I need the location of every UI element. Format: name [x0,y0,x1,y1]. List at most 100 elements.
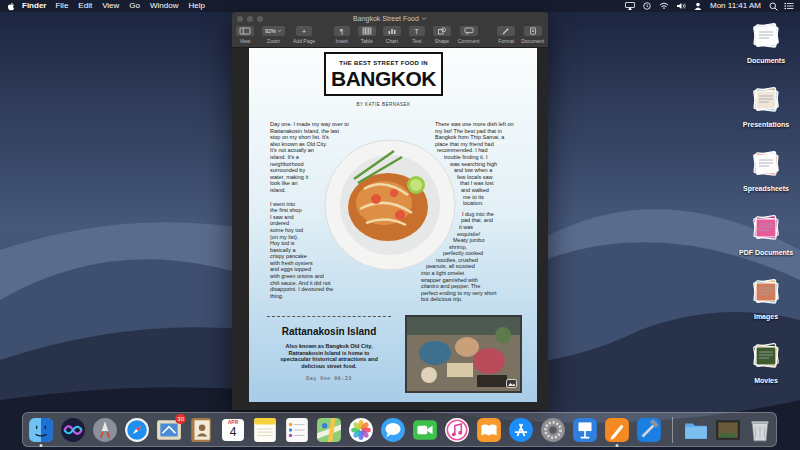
desktop-stack[interactable]: PDF Documents [734,206,798,270]
desktop-stack[interactable]: Images [734,270,798,334]
time-machine-icon[interactable] [642,2,652,10]
toolbar-item[interactable]: +Add Page [293,26,315,44]
title-box[interactable]: THE BEST STREET FOOD INBANGKOK [324,52,443,96]
toolbar-item[interactable]: ¶Insert [333,26,351,44]
dock-item[interactable]: APR4 [220,417,246,443]
app-menu[interactable]: Finder [22,0,46,12]
title-chevron-icon[interactable] [421,16,427,21]
toolbar-button[interactable]: 92% [262,26,285,36]
wifi-icon[interactable] [659,2,669,10]
maps-icon[interactable] [316,417,342,443]
dock-item[interactable] [380,417,406,443]
street-photo[interactable] [405,315,522,393]
dock-item[interactable] [316,417,342,443]
toolbar-item[interactable]: Table [358,26,376,44]
dock-item[interactable] [540,417,566,443]
dock-item[interactable] [444,417,470,443]
launchpad-icon[interactable] [92,417,118,443]
desktop-stack[interactable]: Spreadsheets [734,142,798,206]
dock-item[interactable] [284,417,310,443]
notes-icon[interactable] [252,417,278,443]
toolbar-item[interactable]: View [236,26,254,44]
dock-item[interactable]: 30 [156,417,182,443]
close-button[interactable] [237,16,243,22]
stack-label[interactable]: Spreadsheets [743,184,789,193]
facetime-icon[interactable] [412,417,438,443]
recent-icon[interactable] [715,417,741,443]
pdf-stack-icon[interactable] [749,210,783,246]
desktop-stack[interactable]: Documents [734,14,798,78]
movies-stack-icon[interactable] [749,338,783,374]
presentations-stack-icon[interactable] [749,82,783,118]
dock-item[interactable] [124,417,150,443]
toolbar-item[interactable]: Document [521,26,544,44]
dock-item[interactable] [348,417,374,443]
appstore-icon[interactable] [508,417,534,443]
documents-stack-icon[interactable] [749,18,783,54]
desktop-stack[interactable]: Movies [734,334,798,398]
dock-item[interactable] [572,417,598,443]
dock-item[interactable] [747,417,773,443]
safari-icon[interactable] [124,417,150,443]
images-stack-icon[interactable] [749,274,783,310]
dock-item[interactable] [92,417,118,443]
airplay-icon[interactable] [625,2,635,10]
notification-center-icon[interactable] [784,2,794,10]
contacts-icon[interactable] [188,417,214,443]
toolbar-button[interactable]: ¶ [334,26,350,36]
menu-item[interactable]: Help [188,0,204,12]
dock-item[interactable] [412,417,438,443]
toolbar-item[interactable]: 92%Zoom [262,26,285,44]
desktop-stack[interactable]: Presentations [734,78,798,142]
zoom-button[interactable] [257,16,263,22]
toolbar-button[interactable] [497,26,515,36]
dock-item[interactable] [28,417,54,443]
zoom-chevron-icon[interactable] [277,29,282,33]
zoom-value[interactable]: 92% [265,27,276,35]
menu-item[interactable]: View [102,0,119,12]
messages-icon[interactable] [380,417,406,443]
siri-icon[interactable] [60,417,86,443]
reminders-icon[interactable] [284,417,310,443]
toolbar-button[interactable] [433,26,451,36]
dock-item[interactable] [252,417,278,443]
minimize-button[interactable] [247,16,253,22]
toolbar-item[interactable]: TText [408,26,426,44]
menu-item[interactable]: Window [150,0,178,12]
media-icon[interactable] [506,379,517,388]
toolbar-button[interactable] [383,26,401,36]
apple-menu-icon[interactable] [6,1,16,11]
pages-icon[interactable] [604,417,630,443]
xcode-icon[interactable] [636,417,662,443]
menu-item[interactable]: File [55,0,68,12]
toolbar-button[interactable] [236,26,254,36]
dock-item[interactable] [508,417,534,443]
sysprefs-icon[interactable] [540,417,566,443]
clock[interactable]: Mon 11:41 AM [710,0,761,12]
dock-item[interactable] [715,417,741,443]
toolbar-item[interactable]: Chart [383,26,401,44]
stack-label[interactable]: PDF Documents [739,248,793,257]
stack-label[interactable]: Documents [747,56,785,65]
stack-label[interactable]: Presentations [743,120,789,129]
stack-label[interactable]: Movies [754,376,778,385]
spotlight-search-icon[interactable] [769,2,778,11]
folder-icon[interactable] [683,417,709,443]
toolbar-item[interactable]: Shape [433,26,451,44]
dock-item[interactable] [476,417,502,443]
toolbar-button[interactable]: + [296,26,312,36]
dock-item[interactable] [604,417,630,443]
toolbar-button[interactable] [460,26,478,36]
toolbar-button[interactable] [358,26,376,36]
spreadsheets-stack-icon[interactable] [749,146,783,182]
toolbar-item[interactable]: Format [497,26,515,44]
finder-icon[interactable] [28,417,54,443]
toolbar-button[interactable] [524,26,542,36]
dock-item[interactable] [188,417,214,443]
toolbar-button[interactable]: T [409,26,425,36]
title-bar[interactable]: Bangkok Street Food [232,12,548,25]
pages-window[interactable]: Bangkok Street Food View 92%Zoom +Add Page… [232,12,548,410]
user-icon[interactable] [693,2,703,10]
document-page[interactable]: THE BEST STREET FOOD INBANGKOKBY KATIE B… [249,48,537,402]
toolbar-item[interactable]: Comment [458,26,480,44]
